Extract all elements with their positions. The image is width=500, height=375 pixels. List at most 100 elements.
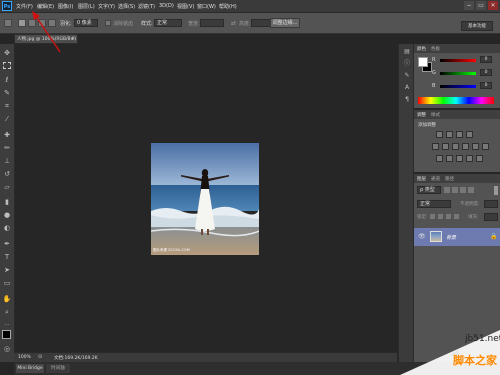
menu-file[interactable]: 文件(F)	[16, 3, 33, 10]
history-panel-icon[interactable]: ▤	[403, 48, 411, 56]
menu-help[interactable]: 帮助(H)	[219, 3, 237, 10]
brush-panel-icon[interactable]: ✎	[403, 72, 411, 80]
selective-color-icon[interactable]	[476, 155, 483, 162]
gradient-tool-icon[interactable]: ▮	[2, 197, 12, 207]
curves-icon[interactable]	[456, 131, 463, 138]
status-info-icon[interactable]: ⊙	[38, 354, 42, 360]
lock-all-icon[interactable]	[454, 214, 459, 219]
threshold-icon[interactable]	[456, 155, 463, 162]
crop-tool-icon[interactable]: ⌗	[2, 101, 12, 111]
swap-icon[interactable]: ⇄	[231, 20, 236, 27]
menu-layer[interactable]: 图层(L)	[78, 3, 95, 10]
hand-tool-icon[interactable]: ✋	[2, 294, 12, 304]
tab-color[interactable]: 颜色	[417, 46, 426, 52]
tab-layers[interactable]: 图层	[417, 176, 426, 182]
menu-filter[interactable]: 滤镜(T)	[138, 3, 155, 10]
gradient-map-icon[interactable]	[466, 155, 473, 162]
tab-channels[interactable]: 通道	[431, 176, 440, 182]
history-brush-tool-icon[interactable]: ↺	[2, 169, 12, 179]
move-tool-icon[interactable]: ✥	[2, 48, 12, 58]
new-selection-icon[interactable]	[18, 19, 26, 27]
exposure-icon[interactable]	[466, 131, 473, 138]
lock-position-icon[interactable]	[446, 214, 451, 219]
zoom-tool-icon[interactable]: ⌕	[2, 307, 12, 317]
r-slider[interactable]	[440, 59, 476, 62]
quick-mask-icon[interactable]: ◎	[2, 344, 12, 354]
color-balance-icon[interactable]	[452, 143, 459, 150]
refine-edge-button[interactable]: 调整边缘...	[270, 18, 300, 28]
brush-tool-icon[interactable]: ✏	[2, 143, 12, 153]
workspace-button[interactable]: 基本功能	[461, 21, 493, 31]
visibility-eye-icon[interactable]: 👁	[418, 233, 426, 240]
style-select[interactable]: 正常	[154, 19, 182, 27]
r-value-input[interactable]: 0	[480, 56, 492, 63]
color-panel-foreground-swatch[interactable]	[418, 57, 428, 67]
g-slider[interactable]	[440, 72, 476, 75]
rectangle-tool-icon[interactable]: ▭	[2, 278, 12, 288]
menu-window[interactable]: 窗口(W)	[197, 3, 216, 10]
b-value-input[interactable]: 0	[480, 82, 492, 89]
fill-input[interactable]	[484, 213, 498, 221]
path-selection-tool-icon[interactable]: ➤	[2, 265, 12, 275]
menu-edit[interactable]: 编辑(E)	[37, 3, 54, 10]
timeline-tab[interactable]: 时间轴	[46, 364, 70, 373]
filter-type-icon[interactable]	[460, 187, 466, 193]
antialias-checkbox[interactable]	[105, 20, 111, 26]
feather-input[interactable]: 0 像素	[74, 19, 98, 27]
restore-button[interactable]: ▭	[476, 1, 486, 10]
type-tool-icon[interactable]: T	[2, 252, 12, 262]
layer-row-background[interactable]: 👁 背景 🔒	[414, 228, 500, 246]
quick-selection-tool-icon[interactable]: ✎	[2, 88, 12, 98]
invert-icon[interactable]	[436, 155, 443, 162]
brightness-contrast-icon[interactable]	[436, 131, 443, 138]
blend-mode-select[interactable]: 正常	[417, 200, 451, 208]
eraser-tool-icon[interactable]: ▱	[2, 182, 12, 192]
clone-stamp-tool-icon[interactable]: ⊥	[2, 156, 12, 166]
paragraph-panel-icon[interactable]: ¶	[403, 96, 411, 104]
menu-3d[interactable]: 3D(D)	[159, 3, 174, 9]
tool-preset-icon[interactable]	[4, 19, 12, 27]
mini-bridge-tab[interactable]: Mini Bridge	[16, 364, 44, 373]
filter-shape-icon[interactable]	[468, 187, 474, 193]
tab-swatches[interactable]: 色板	[431, 46, 440, 52]
color-spectrum[interactable]	[418, 97, 494, 104]
menu-select[interactable]: 选择(S)	[118, 3, 135, 10]
tab-adjustments[interactable]: 调整	[417, 112, 426, 118]
opacity-input[interactable]	[484, 200, 498, 208]
properties-panel-icon[interactable]: ⓘ	[403, 60, 411, 68]
menu-type[interactable]: 文字(Y)	[98, 3, 115, 10]
zoom-level[interactable]: 100%	[18, 355, 31, 360]
dodge-tool-icon[interactable]: ◐	[2, 223, 12, 233]
filter-adjustment-icon[interactable]	[452, 187, 458, 193]
tab-styles[interactable]: 样式	[431, 112, 440, 118]
layer-filter-kind[interactable]: ρ 类型	[417, 186, 441, 194]
lock-transparent-icon[interactable]	[430, 214, 435, 219]
hue-saturation-icon[interactable]	[442, 143, 449, 150]
lock-image-icon[interactable]	[438, 214, 443, 219]
close-button[interactable]: ✕	[488, 1, 498, 10]
b-slider[interactable]	[440, 85, 476, 88]
filter-toggle[interactable]	[494, 186, 498, 195]
width-input[interactable]	[200, 19, 224, 27]
filter-pixel-icon[interactable]	[444, 187, 450, 193]
foreground-color-swatch[interactable]	[2, 330, 11, 339]
levels-icon[interactable]	[446, 131, 453, 138]
black-white-icon[interactable]	[462, 143, 469, 150]
character-panel-icon[interactable]: A	[403, 84, 411, 92]
minimize-button[interactable]: −	[464, 1, 474, 10]
g-value-input[interactable]: 0	[480, 69, 492, 76]
edit-toolbar-icon[interactable]: ···	[2, 320, 12, 330]
photo-filter-icon[interactable]	[472, 143, 479, 150]
eyedropper-tool-icon[interactable]: ⁄	[2, 114, 12, 124]
vibrance-icon[interactable]	[432, 143, 439, 150]
posterize-icon[interactable]	[446, 155, 453, 162]
close-tab-icon[interactable]: ×	[71, 35, 75, 43]
healing-brush-tool-icon[interactable]: ✚	[2, 130, 12, 140]
menu-view[interactable]: 视图(V)	[177, 3, 194, 10]
pen-tool-icon[interactable]: ✒	[2, 239, 12, 249]
marquee-tool-icon[interactable]	[2, 62, 12, 72]
tab-paths[interactable]: 路径	[445, 176, 454, 182]
channel-mixer-icon[interactable]	[482, 143, 489, 150]
blur-tool-icon[interactable]: ●	[2, 210, 12, 220]
menu-image[interactable]: 图像(I)	[58, 3, 73, 10]
